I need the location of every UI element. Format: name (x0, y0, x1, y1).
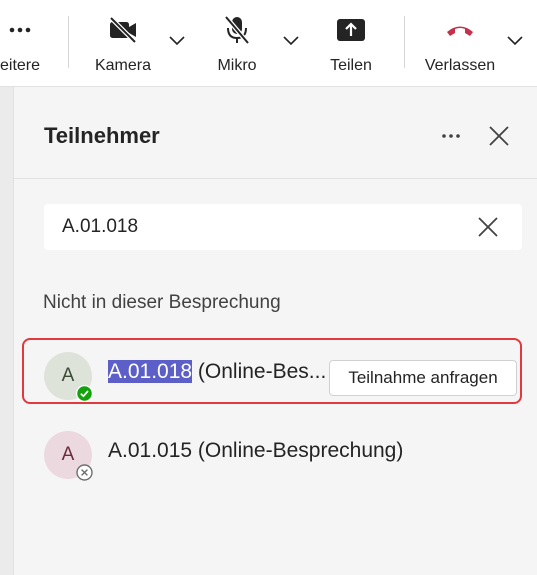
share-button[interactable]: Teilen (311, 0, 391, 86)
selected-text: A.01.018 (108, 360, 193, 383)
panel-divider (14, 178, 537, 179)
more-actions-label: eitere (0, 57, 41, 74)
participant-name: A.01.015 (Online-Besprechung) (108, 439, 404, 462)
stage-edge (0, 87, 14, 575)
microphone-button[interactable]: Mikro (197, 0, 277, 86)
participant-row[interactable]: A A.01.018 (Online-Bes... Teilnahme anfr… (22, 338, 522, 404)
microphone-options-chevron-icon[interactable] (282, 33, 300, 47)
leave-label: Verlassen (424, 57, 496, 74)
participant-search (44, 204, 522, 250)
meeting-toolbar: eitere Kamera Mikro Teilen Verlassen (0, 0, 537, 87)
search-input[interactable] (44, 204, 464, 250)
close-icon[interactable] (486, 123, 512, 149)
presence-available-icon (76, 385, 93, 402)
toolbar-divider (68, 16, 69, 68)
participant-name-rest: (Online-Bes... (192, 360, 327, 383)
presence-offline-icon (76, 464, 93, 481)
microphone-off-icon (224, 15, 250, 45)
share-label: Teilen (330, 57, 372, 74)
participants-panel: Teilnehmer Nicht in dieser Besprechung A… (14, 87, 537, 575)
toolbar-divider (404, 16, 405, 68)
microphone-label: Mikro (217, 57, 257, 74)
camera-button[interactable]: Kamera (83, 0, 163, 86)
leave-options-chevron-icon[interactable] (506, 33, 524, 47)
camera-label: Kamera (94, 57, 152, 74)
participant-row[interactable]: A A.01.015 (Online-Besprechung) (22, 417, 522, 483)
request-join-button[interactable]: Teilnahme anfragen (329, 360, 517, 396)
more-options-icon[interactable] (438, 123, 464, 149)
share-screen-icon (337, 19, 365, 41)
participant-name: A.01.018 (Online-Bes... (108, 360, 326, 384)
leave-button[interactable]: Verlassen (420, 0, 500, 86)
panel-title: Teilnehmer (44, 123, 160, 148)
camera-off-icon (109, 16, 137, 44)
more-actions-button[interactable]: eitere (0, 0, 60, 86)
camera-options-chevron-icon[interactable] (168, 33, 186, 47)
hang-up-icon (447, 26, 473, 36)
more-horizontal-icon (9, 27, 31, 33)
section-heading: Nicht in dieser Besprechung (43, 292, 281, 313)
clear-search-icon[interactable] (477, 216, 499, 238)
